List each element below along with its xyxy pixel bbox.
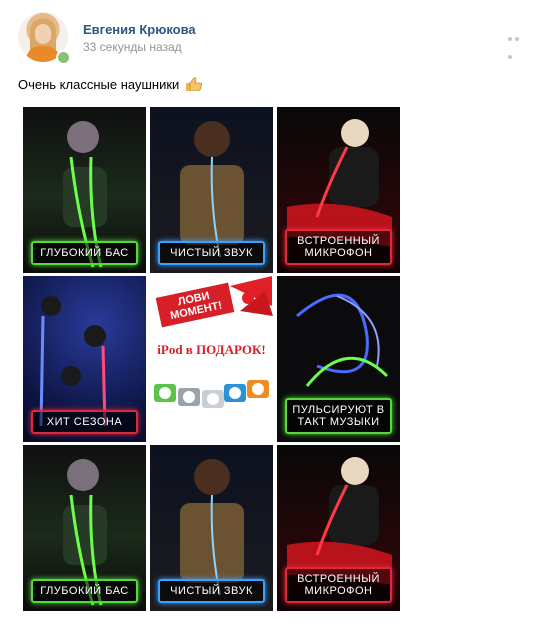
tile-caption: ХИТ СЕЗОНА [31,410,138,434]
tile-caption: ВСТРОЕННЫЙ МИКРОФОН [285,567,392,603]
tile-clear-sound[interactable]: ЧИСТЫЙ ЗВУК [150,445,273,611]
tile-pulse[interactable]: ПУЛЬСИРУЮТ В ТАКТ МУЗЫКИ [277,276,400,442]
promo-subtitle: iPod в ПОДАРОК! [157,342,266,357]
tile-microphone[interactable]: ВСТРОЕННЫЙ МИКРОФОН [277,445,400,611]
ipod-icon [247,380,269,398]
tile-caption: ЧИСТЫЙ ЗВУК [158,241,265,265]
post-text: Очень классные наушники [18,77,202,92]
avatar-face [35,24,51,44]
tile-bass[interactable]: ГЛУБОКИЙ БАС [23,445,146,611]
more-options-icon[interactable] [508,28,528,59]
tile-promo[interactable]: ЛОВИ МОМЕНТ! iPod в ПОДАРОК! [150,276,273,442]
ipod-icon [178,388,200,406]
avatar-shirt [26,46,60,62]
tile-caption: ПУЛЬСИРУЮТ В ТАКТ МУЗЫКИ [285,398,392,434]
tile-caption: ГЛУБОКИЙ БАС [31,579,138,603]
author-name[interactable]: Евгения Крюкова [83,22,196,37]
tile-caption: ЧИСТЫЙ ЗВУК [158,579,265,603]
online-status-icon [56,50,71,65]
post-header: Евгения Крюкова 33 секунды назад [18,12,530,65]
tile-hit-season[interactable]: ХИТ СЕЗОНА [23,276,146,442]
ipod-icon [224,384,246,402]
post-time[interactable]: 33 секунды назад [83,40,182,54]
tile-caption: ВСТРОЕННЫЙ МИКРОФОН [285,229,392,265]
image-grid: ГЛУБОКИЙ БАС ЧИСТЫЙ ЗВУК ВСТРОЕННЫЙ МИКР… [23,107,401,611]
tile-microphone[interactable]: ВСТРОЕННЫЙ МИКРОФОН [277,107,400,273]
tile-bass[interactable]: ГЛУБОКИЙ БАС [23,107,146,273]
ipod-icon [154,384,176,402]
post-text-body: Очень классные наушники [18,77,180,92]
tile-caption: ГЛУБОКИЙ БАС [31,241,138,265]
ipod-icon [202,390,224,408]
tile-clear-sound[interactable]: ЧИСТЫЙ ЗВУК [150,107,273,273]
thumbs-up-icon [185,77,202,91]
